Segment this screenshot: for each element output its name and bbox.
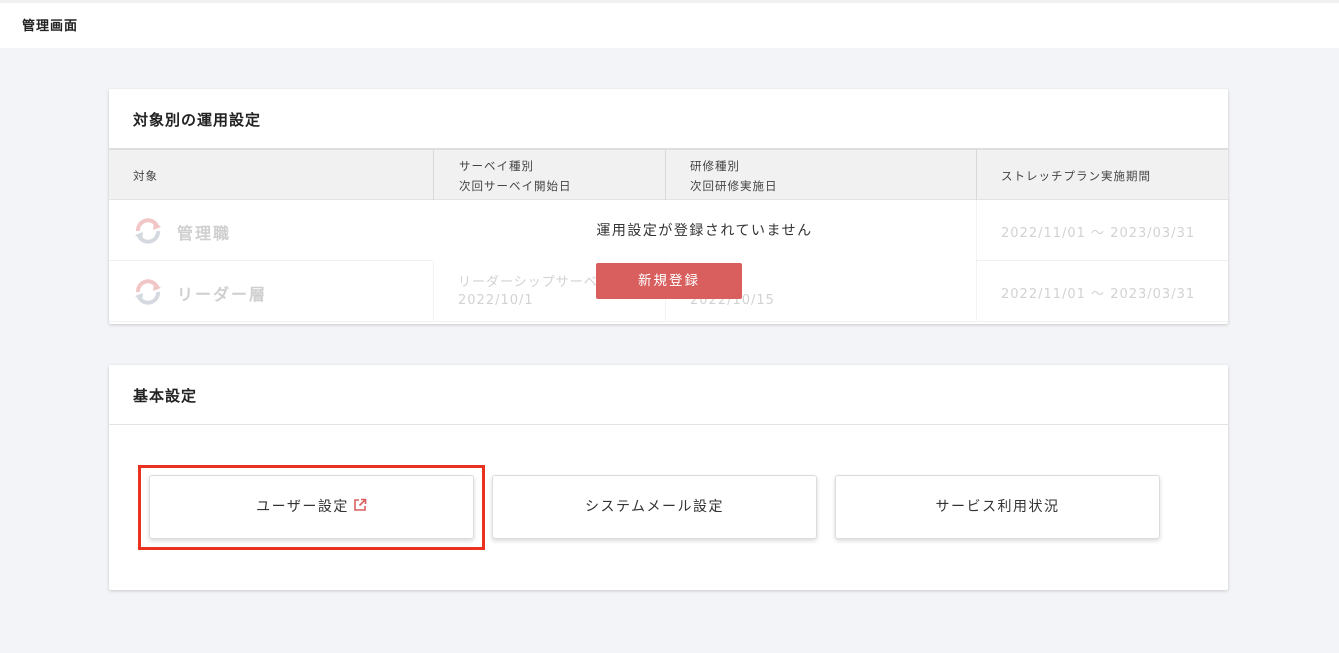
column-header-survey-next-start: 次回サーベイ開始日 bbox=[459, 179, 572, 193]
column-header-survey: サーベイ種別 次回サーベイ開始日 bbox=[433, 150, 665, 200]
stretch-period-value: 2022/11/01 〜 2023/03/31 bbox=[1001, 287, 1196, 302]
table-header: 対象 サーベイ種別 次回サーベイ開始日 研修種別 次回研修実施日 ストレッチプラ… bbox=[109, 148, 1228, 200]
column-header-target: 対象 bbox=[133, 169, 158, 183]
operation-settings-title: 対象別の運用設定 bbox=[133, 111, 262, 129]
target-name: リーダー層 bbox=[177, 285, 268, 304]
survey-type-value: リーダーシップサーベイ bbox=[458, 275, 612, 290]
basic-settings-card: 基本設定 ユーザー設定 システムメール設定 サービス利用状況 bbox=[109, 365, 1228, 590]
service-usage-label: サービス利用状況 bbox=[935, 499, 1060, 515]
column-header-training: 研修種別 次回研修実施日 bbox=[665, 150, 976, 200]
user-settings-label: ユーザー設定 bbox=[256, 499, 349, 515]
survey-date-value: 2022/10/1 bbox=[458, 293, 534, 308]
external-link-icon bbox=[354, 498, 367, 511]
column-header-training-type: 研修種別 bbox=[690, 159, 740, 173]
operation-settings-card: 対象別の運用設定 対象 サーベイ種別 次回サーベイ開始日 研修種別 次回研修実施… bbox=[109, 89, 1228, 324]
refresh-icon bbox=[135, 279, 161, 305]
column-header-training-next-date: 次回研修実施日 bbox=[690, 179, 778, 193]
user-settings-button[interactable]: ユーザー設定 bbox=[149, 475, 474, 539]
empty-state-message: 運用設定が登録されていません bbox=[433, 200, 976, 262]
stretch-period-value: 2022/11/01 〜 2023/03/31 bbox=[1001, 226, 1196, 241]
app-title: 管理画面 bbox=[22, 19, 79, 34]
basic-settings-title: 基本設定 bbox=[133, 387, 198, 405]
refresh-icon bbox=[135, 218, 161, 244]
target-cell: リーダー層 bbox=[109, 261, 433, 321]
system-mail-settings-label: システムメール設定 bbox=[584, 499, 725, 515]
top-bar: 管理画面 bbox=[0, 0, 1339, 48]
divider bbox=[109, 424, 1228, 425]
service-usage-button[interactable]: サービス利用状況 bbox=[835, 475, 1160, 539]
period-cell: 2022/11/01 〜 2023/03/31 bbox=[976, 200, 1228, 260]
column-header-stretch-period: ストレッチプラン実施期間 bbox=[976, 150, 1228, 200]
new-registration-button[interactable]: 新規登録 bbox=[596, 263, 742, 299]
target-cell: 管理職 bbox=[109, 200, 433, 260]
period-cell: 2022/11/01 〜 2023/03/31 bbox=[976, 261, 1228, 321]
target-name: 管理職 bbox=[177, 224, 232, 243]
system-mail-settings-button[interactable]: システムメール設定 bbox=[492, 475, 817, 539]
column-header-survey-type: サーベイ種別 bbox=[459, 159, 534, 173]
